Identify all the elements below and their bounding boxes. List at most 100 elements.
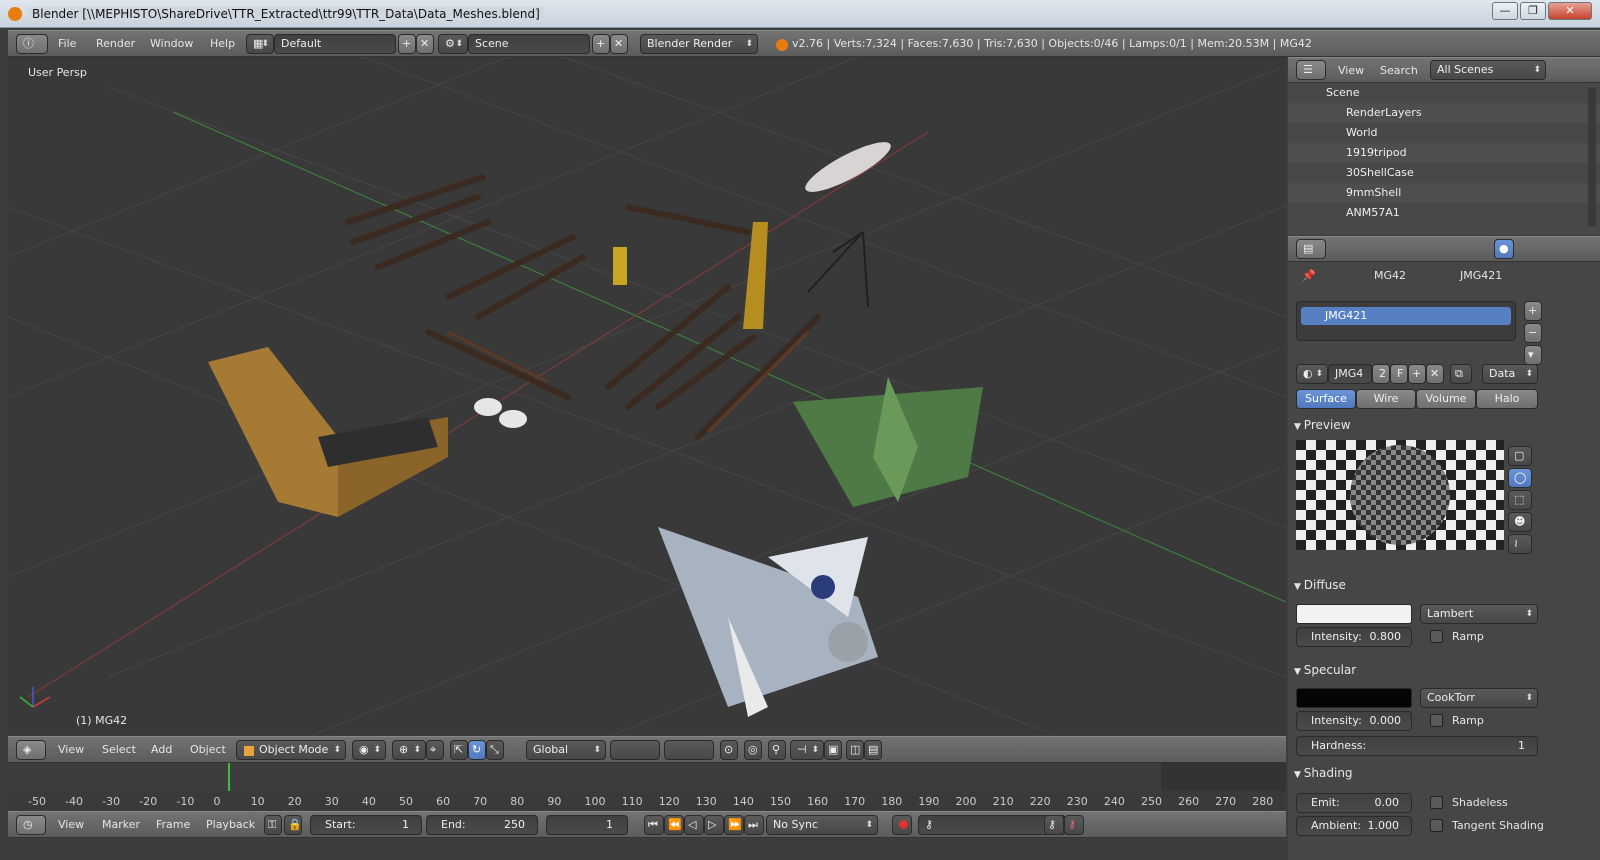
manipulator-toggle[interactable]: ⌖: [426, 740, 444, 760]
tab-volume[interactable]: Volume: [1416, 389, 1476, 409]
translate-manipulator-button[interactable]: ⇱: [450, 740, 468, 760]
fake-user-button[interactable]: F: [1390, 364, 1408, 384]
outliner-menu-search[interactable]: Search: [1380, 58, 1418, 82]
material-link-select[interactable]: Data: [1482, 364, 1538, 384]
outliner-row-9mmshell[interactable]: 9mmShell: [1288, 183, 1600, 203]
timeline-menu-marker[interactable]: Marker: [102, 812, 140, 837]
preview-hair-button[interactable]: ≀: [1508, 534, 1532, 554]
keying-set-button[interactable]: ⚿: [264, 815, 282, 835]
material-slot-list[interactable]: JMG421: [1296, 301, 1516, 341]
outliner-row-anm57a1[interactable]: ANM57A1: [1288, 203, 1600, 223]
render-opengl-anim-button[interactable]: ▤: [864, 740, 882, 760]
outliner-row-world[interactable]: World: [1288, 123, 1600, 143]
insert-keyframe-button[interactable]: ⚷: [1044, 815, 1064, 835]
scene-icon[interactable]: ⚙: [438, 34, 468, 54]
node-material-button[interactable]: ⧉: [1450, 364, 1472, 384]
outliner-scrollbar[interactable]: [1588, 87, 1596, 227]
tangent-shading-checkbox[interactable]: [1430, 819, 1443, 832]
layer-buttons-1[interactable]: [610, 740, 660, 760]
maximize-button[interactable]: ❐: [1520, 2, 1546, 20]
snap-toggle-button[interactable]: ⚲: [768, 740, 786, 760]
properties-editor[interactable]: ▤ ● 📌 MG42 JMG421 JMG421 + − ▾ ◐ JMG4 2 …: [1288, 236, 1600, 860]
outliner[interactable]: ☰ View Search All Scenes Scene RenderLay…: [1288, 57, 1600, 235]
outliner-display-mode-select[interactable]: All Scenes: [1430, 60, 1546, 80]
view3d-menu-select[interactable]: Select: [102, 737, 136, 762]
scene-field[interactable]: Scene: [468, 34, 590, 54]
jump-prev-key-button[interactable]: ⏪: [664, 815, 684, 835]
diffuse-panel-header[interactable]: Diffuse: [1294, 578, 1346, 592]
timeline-menu-frame[interactable]: Frame: [156, 812, 190, 837]
emit-field[interactable]: Emit: 0.00: [1296, 793, 1412, 813]
material-name-field[interactable]: JMG4: [1328, 364, 1372, 384]
outliner-editor-type-button[interactable]: ☰: [1296, 60, 1326, 80]
editor-type-button[interactable]: ⓘ: [16, 34, 48, 54]
preview-cube-button[interactable]: ⬚: [1508, 490, 1532, 510]
shading-panel-header[interactable]: Shading: [1294, 766, 1353, 780]
end-frame-field[interactable]: End: 250: [426, 815, 538, 835]
pin-icon[interactable]: 📌: [1302, 269, 1316, 282]
jump-start-button[interactable]: ⏮: [644, 815, 664, 835]
outliner-row-1919tripod[interactable]: 1919tripod: [1288, 143, 1600, 163]
transform-orientation-select[interactable]: Global: [526, 740, 606, 760]
timeline-menu-playback[interactable]: Playback: [206, 812, 255, 837]
sync-mode-select[interactable]: No Sync: [766, 815, 878, 835]
view3d-menu-add[interactable]: Add: [151, 737, 172, 762]
outliner-row-renderlayers[interactable]: RenderLayers: [1288, 103, 1600, 123]
diffuse-shader-select[interactable]: Lambert: [1420, 604, 1538, 624]
delete-keyframe-button[interactable]: ⚷: [1064, 815, 1084, 835]
specular-intensity-field[interactable]: Intensity: 0.000: [1296, 711, 1412, 731]
timeline-menu-view[interactable]: View: [58, 812, 84, 837]
render-engine-select[interactable]: Blender Render: [640, 34, 758, 54]
diffuse-intensity-field[interactable]: Intensity: 0.800: [1296, 627, 1412, 647]
snap-element-select[interactable]: ⊣: [790, 740, 824, 760]
hardness-field[interactable]: Hardness: 1: [1296, 736, 1538, 756]
view3d-menu-object[interactable]: Object: [190, 737, 226, 762]
material-users-button[interactable]: 2: [1372, 364, 1390, 384]
tab-surface[interactable]: Surface: [1296, 389, 1356, 409]
remove-scene-button[interactable]: ✕: [610, 34, 628, 54]
add-layout-button[interactable]: +: [398, 34, 416, 54]
preview-sphere-button[interactable]: ◯: [1508, 468, 1532, 488]
add-material-slot-button[interactable]: +: [1524, 301, 1542, 321]
material-browse-button[interactable]: ◐: [1296, 364, 1328, 384]
material-slot-specials-button[interactable]: ▾: [1524, 345, 1542, 365]
menu-help[interactable]: Help: [210, 31, 235, 56]
specular-shader-select[interactable]: CookTorr: [1420, 688, 1538, 708]
preview-flat-button[interactable]: ▢: [1508, 446, 1532, 466]
render-opengl-button[interactable]: ◫: [846, 740, 864, 760]
lock-time-button[interactable]: 🔒: [284, 815, 302, 835]
diffuse-color-swatch[interactable]: [1296, 604, 1412, 624]
pivot-point-select[interactable]: ⊕: [392, 740, 426, 760]
snap-target-button[interactable]: ▣: [824, 740, 842, 760]
jump-end-button[interactable]: ⏭: [744, 815, 764, 835]
view3d-editor-type-button[interactable]: ◈: [16, 740, 46, 760]
screen-layout-icon[interactable]: ▦: [246, 34, 274, 54]
tab-wire[interactable]: Wire: [1356, 389, 1416, 409]
preview-monkey-button[interactable]: ☻: [1508, 512, 1532, 532]
add-scene-button[interactable]: +: [592, 34, 610, 54]
remove-layout-button[interactable]: ✕: [416, 34, 434, 54]
timeline-area[interactable]: -50 -40 -30 -20 -10 0 10 20 30 40 50 60 70 80 90 100 110…: [8, 763, 1286, 813]
diffuse-ramp-checkbox[interactable]: [1430, 630, 1443, 643]
preview-panel-header[interactable]: Preview: [1294, 418, 1351, 432]
auto-keying-button[interactable]: [892, 815, 912, 835]
new-material-button[interactable]: +: [1408, 364, 1426, 384]
menu-file[interactable]: File: [58, 31, 76, 56]
specular-ramp-checkbox[interactable]: [1430, 714, 1443, 727]
close-button[interactable]: ✕: [1548, 2, 1592, 20]
minimize-button[interactable]: —: [1492, 2, 1518, 20]
specular-panel-header[interactable]: Specular: [1294, 663, 1356, 677]
material-tab-icon[interactable]: ●: [1494, 239, 1514, 259]
shadeless-checkbox[interactable]: [1430, 796, 1443, 809]
specular-color-swatch[interactable]: [1296, 688, 1412, 708]
outliner-row-scene[interactable]: Scene: [1288, 83, 1600, 103]
lock-camera-layers-button[interactable]: ⊙: [720, 740, 738, 760]
viewport-shading-select[interactable]: ◉: [352, 740, 386, 760]
unlink-material-button[interactable]: ✕: [1426, 364, 1444, 384]
proportional-edit-button[interactable]: ◎: [744, 740, 762, 760]
menu-render[interactable]: Render: [96, 31, 135, 56]
layer-buttons-2[interactable]: [664, 740, 714, 760]
tab-halo[interactable]: Halo: [1476, 389, 1538, 409]
outliner-menu-view[interactable]: View: [1338, 58, 1364, 82]
scale-manipulator-button[interactable]: ⤡: [486, 740, 504, 760]
